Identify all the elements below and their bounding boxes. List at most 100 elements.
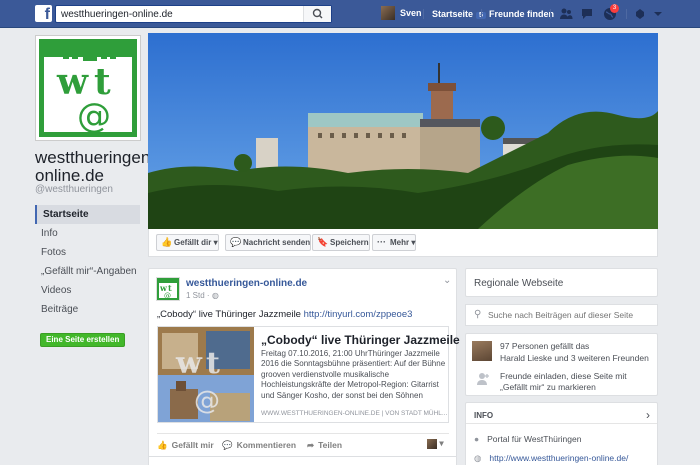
next-post — [148, 456, 457, 465]
page-title[interactable]: westthueringen-online.de — [35, 149, 156, 185]
user-name: Sven — [400, 8, 422, 18]
home-link[interactable]: Startseite5 — [432, 9, 486, 19]
likes-count[interactable]: 97 Personen gefällt das — [500, 341, 589, 351]
like-page-button[interactable]: 👍 Gefällt dir ▾ — [156, 234, 219, 251]
page-navigation: Startseite Info Fotos „Gefällt mir“-Anga… — [35, 205, 140, 319]
post-action-bar: 👍 Gefällt mir 💬 Kommentieren ➦ Teilen ▾ — [157, 433, 449, 455]
post-share-button[interactable]: ➦ Teilen — [307, 440, 342, 451]
post-text: „Cobody“ live Thüringer Jazzmeile http:/… — [157, 309, 412, 320]
search-input[interactable] — [56, 6, 301, 22]
search-icon — [312, 8, 323, 19]
messages-icon[interactable] — [580, 7, 594, 21]
link-preview-image: w t @ — [158, 327, 254, 422]
post: w t @ westthueringen-online.de 1 Std · ◍ ⌄… — [148, 268, 460, 465]
link-preview-card[interactable]: w t @ „Cobody“ live Thüringer Jazzmeile … — [157, 326, 460, 423]
page-logo: w t @ — [39, 39, 137, 137]
post-like-label: Gefällt mir — [171, 440, 214, 450]
link-preview-title: „Cobody“ live Thüringer Jazzmeile — [261, 333, 460, 347]
chevron-right-icon[interactable]: › — [646, 408, 650, 422]
svg-text:w: w — [175, 346, 203, 381]
nav-item-beitraege[interactable]: Beiträge — [35, 300, 140, 319]
more-button[interactable]: ··· Mehr ▾ — [372, 234, 417, 251]
page-handle[interactable]: @westthueringen — [35, 184, 113, 195]
page-post-search-input[interactable] — [488, 310, 658, 320]
nav-item-startseite[interactable]: Startseite — [35, 205, 140, 224]
likes-card: 97 Personen gefällt das Harald Lieske un… — [465, 333, 658, 396]
info-website[interactable]: ◍ http://www.westthueringen-online.de/ — [474, 453, 628, 464]
divider — [550, 9, 551, 19]
page-action-bar: 👍 Gefällt dir ▾ 💬 Nachricht senden 🔖 Speich… — [148, 229, 658, 257]
nav-item-info[interactable]: Info — [35, 224, 140, 243]
nav-item-likes[interactable]: „Gefällt mir“-Angaben — [35, 262, 140, 281]
invite-friends-link[interactable]: Freunde einladen, diese Seite mit „Gefäl… — [500, 371, 655, 393]
page-category[interactable]: Regionale Webseite — [474, 278, 563, 289]
quick-help-icon[interactable] — [633, 7, 647, 21]
info-card: INFO › ● Portal für WestThüringen ◍ http:/… — [465, 402, 658, 465]
post-as-selector[interactable]: ▾ — [427, 438, 444, 449]
nav-item-videos[interactable]: Videos — [35, 281, 140, 300]
avatar — [427, 438, 437, 449]
category-card: Regionale Webseite — [465, 268, 658, 297]
nav-item-fotos[interactable]: Fotos — [35, 243, 140, 262]
divider — [423, 9, 424, 19]
comment-icon: 💬 — [222, 440, 233, 450]
home-label: Startseite — [432, 9, 474, 19]
post-author-avatar[interactable]: w t @ — [156, 277, 180, 301]
more-dots-icon: ··· — [377, 237, 386, 247]
bookmark-icon: 🔖 — [317, 237, 329, 247]
account-menu-icon[interactable] — [651, 7, 665, 21]
post-link[interactable]: http://tinyurl.com/zppeoe3 — [304, 309, 413, 320]
divider — [626, 9, 627, 19]
post-like-button[interactable]: 👍 Gefällt mir — [157, 440, 214, 451]
post-options-icon[interactable]: ⌄ — [443, 275, 451, 286]
post-comment-label: Kommentieren — [236, 440, 297, 450]
send-message-label: Nachricht senden — [243, 238, 311, 247]
create-page-button[interactable]: Eine Seite erstellen — [40, 333, 126, 347]
svg-text:@: @ — [194, 386, 220, 416]
facebook-logo-icon[interactable]: f — [35, 5, 52, 22]
friend-requests-icon[interactable] — [559, 7, 573, 21]
info-website-link[interactable]: http://www.westthueringen-online.de/ — [489, 453, 628, 463]
info-dot-icon: ● — [474, 434, 480, 444]
post-text-body: „Cobody“ live Thüringer Jazzmeile — [157, 309, 301, 320]
svg-text:@: @ — [77, 96, 111, 136]
thumbs-up-icon: 👍 — [157, 440, 168, 450]
post-author[interactable]: westthueringen-online.de — [186, 278, 307, 289]
globe-icon: ◍ — [211, 291, 219, 300]
search-box[interactable] — [55, 5, 332, 23]
send-message-button[interactable]: 💬 Nachricht senden — [225, 234, 312, 251]
search-icon: ⚲ — [474, 309, 482, 320]
profile-link[interactable]: Sven — [381, 6, 422, 20]
likes-friends[interactable]: Harald Lieske und 3 weiteren Freunden — [500, 353, 649, 363]
info-about-text: Portal für WestThüringen — [487, 434, 582, 444]
message-icon: 💬 — [230, 237, 242, 247]
like-page-label: Gefällt dir — [174, 238, 212, 247]
link-preview-source: WWW.WESTTHUERINGEN-ONLINE.DE | VON STADT… — [261, 410, 448, 417]
post-time-text: 1 Std · — [186, 291, 210, 300]
cover-photo[interactable] — [148, 33, 658, 229]
find-friends-link[interactable]: Freunde finden — [489, 9, 554, 19]
info-heading[interactable]: INFO — [474, 411, 493, 420]
info-about: ● Portal für WestThüringen — [474, 434, 581, 444]
page-profile-picture[interactable]: w t @ — [35, 35, 141, 141]
top-bar: f Sven Startseite5 Freunde finden 3 — [0, 0, 700, 28]
save-button[interactable]: 🔖 Speichern — [312, 234, 370, 251]
invite-friends-icon — [476, 372, 490, 389]
save-label: Speichern — [330, 238, 369, 247]
thumbs-up-icon: 👍 — [161, 237, 173, 247]
castle-cover-image — [148, 33, 658, 229]
page-post-search[interactable]: ⚲ — [465, 304, 658, 326]
avatar[interactable] — [472, 341, 492, 361]
post-timestamp[interactable]: 1 Std · ◍ — [186, 291, 219, 300]
share-arrow-icon: ➦ — [307, 440, 315, 450]
svg-text:t: t — [206, 346, 220, 381]
post-comment-button[interactable]: 💬 Kommentieren — [222, 440, 296, 451]
search-button[interactable] — [303, 6, 331, 22]
globe-icon: ◍ — [474, 453, 482, 463]
post-share-label: Teilen — [318, 440, 343, 450]
avatar — [381, 6, 395, 20]
notifications-badge: 3 — [610, 4, 619, 13]
more-label: Mehr — [390, 238, 410, 247]
divider — [466, 423, 657, 424]
divider — [481, 9, 482, 19]
